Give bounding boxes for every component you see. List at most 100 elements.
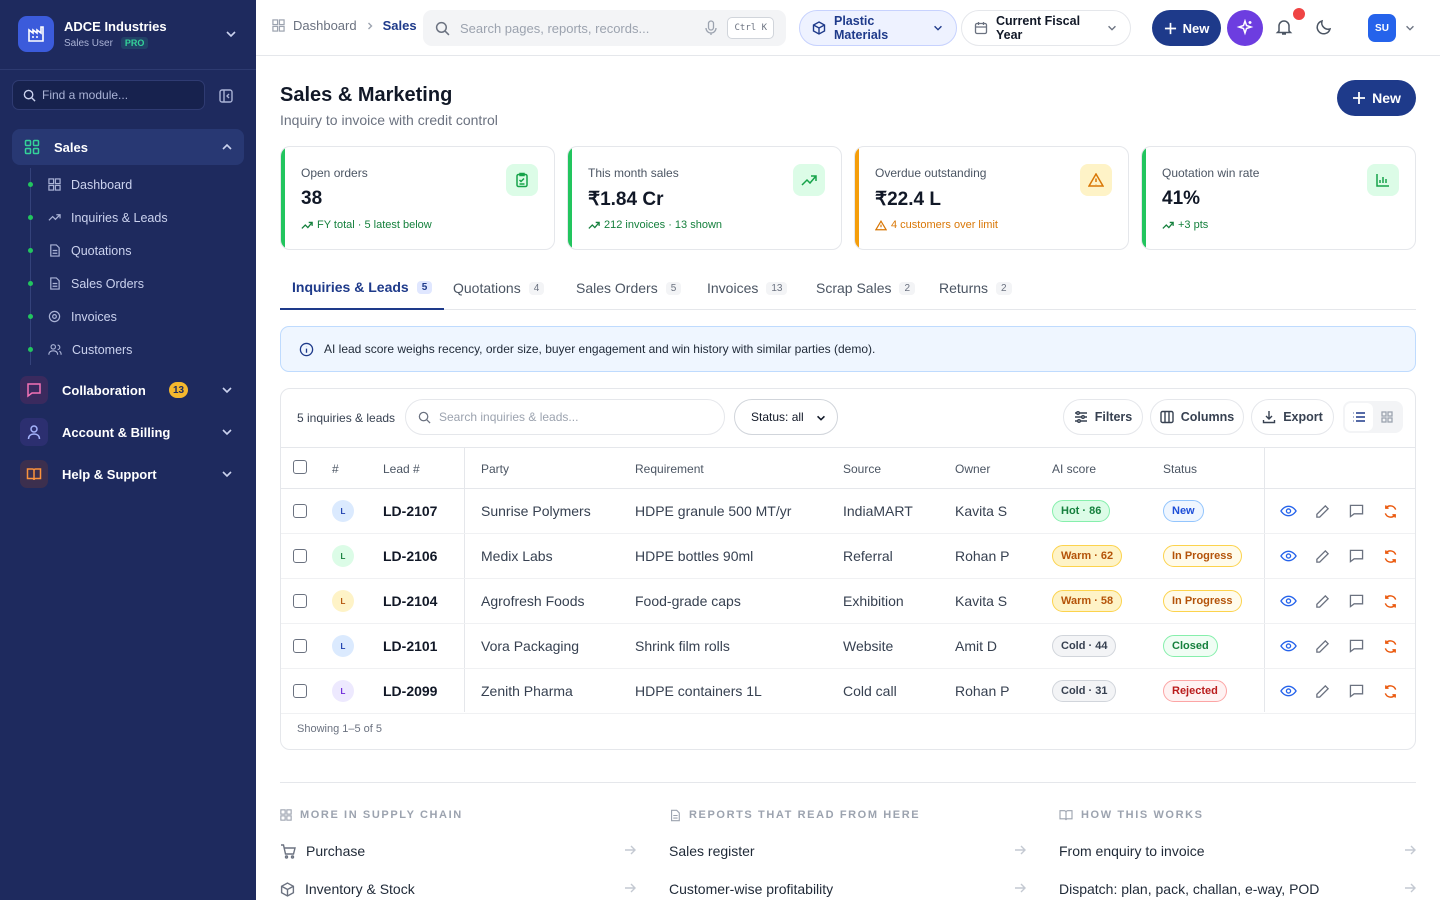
breadcrumb-dashboard[interactable]: Dashboard bbox=[293, 18, 357, 33]
kpi-win-rate[interactable]: Quotation win rate 41% +3 pts bbox=[1141, 146, 1416, 250]
pagination-summary: Showing 1–5 of 5 bbox=[297, 723, 383, 735]
microphone-icon[interactable] bbox=[704, 20, 718, 36]
status-dot bbox=[28, 182, 33, 187]
comment-icon[interactable] bbox=[1347, 502, 1365, 520]
sidebar-item-invoices[interactable]: Invoices bbox=[22, 300, 244, 333]
global-search-input[interactable]: Search pages, reports, records... Ctrl K bbox=[423, 10, 786, 46]
export-button[interactable]: Export bbox=[1251, 399, 1334, 435]
table-row[interactable]: L LD-2106 Medix Labs HDPE bottles 90ml Refer… bbox=[281, 534, 1415, 579]
nav-group-sales[interactable]: Sales bbox=[12, 129, 244, 165]
table-row[interactable]: L LD-2104 Agrofresh Foods Food-grade caps Ex… bbox=[281, 579, 1415, 624]
chevron-right-icon bbox=[365, 21, 375, 31]
clipboard-icon bbox=[506, 164, 538, 196]
tab-quotations[interactable]: Quotations 4 bbox=[453, 266, 545, 310]
kpi-overdue[interactable]: Overdue outstanding ₹22.4 L 4 customers … bbox=[854, 146, 1129, 250]
comment-icon[interactable] bbox=[1347, 592, 1365, 610]
eye-icon[interactable] bbox=[1279, 682, 1297, 700]
cell-lead[interactable]: LD-2106 bbox=[383, 548, 437, 564]
table-search-input[interactable]: Search inquiries & leads... bbox=[405, 399, 725, 435]
tab-returns[interactable]: Returns 2 bbox=[939, 266, 1012, 310]
period-selector[interactable]: Current Fiscal Year bbox=[961, 10, 1131, 46]
tab-sales-orders[interactable]: Sales Orders 5 bbox=[576, 266, 682, 310]
link-enquiry-to-invoice[interactable]: From enquiry to invoice bbox=[1059, 832, 1416, 870]
link-dispatch[interactable]: Dispatch: plan, pack, challan, e-way, PO… bbox=[1059, 870, 1416, 900]
section-heading: HOW THIS WORKS bbox=[1059, 808, 1416, 822]
comment-icon[interactable] bbox=[1347, 682, 1365, 700]
col-owner[interactable]: Owner bbox=[955, 462, 990, 476]
link-sales-register[interactable]: Sales register bbox=[669, 832, 1026, 870]
pencil-icon[interactable] bbox=[1313, 502, 1331, 520]
link-inventory[interactable]: Inventory & Stock bbox=[280, 870, 636, 900]
filters-button[interactable]: Filters bbox=[1063, 399, 1143, 435]
pencil-icon[interactable] bbox=[1313, 547, 1331, 565]
sidebar-collapse-icon[interactable] bbox=[216, 86, 236, 106]
convert-icon[interactable] bbox=[1381, 547, 1399, 565]
sidebar-item-inquiries[interactable]: Inquiries & Leads bbox=[22, 201, 244, 234]
columns-button[interactable]: Columns bbox=[1150, 399, 1244, 435]
sidebar-item-customers[interactable]: Customers bbox=[22, 333, 244, 366]
brand-switcher[interactable]: ADCE Industries Sales User PRO bbox=[18, 16, 238, 52]
col-ai-score[interactable]: AI score bbox=[1052, 462, 1096, 476]
convert-icon[interactable] bbox=[1381, 502, 1399, 520]
row-checkbox[interactable] bbox=[293, 684, 307, 698]
nav-group-help-support[interactable]: Help & Support bbox=[12, 456, 244, 492]
cell-lead[interactable]: LD-2107 bbox=[383, 503, 437, 519]
division-selector[interactable]: Plastic Materials bbox=[799, 10, 957, 46]
kpi-month-sales[interactable]: This month sales ₹1.84 Cr 212 invoices ·… bbox=[567, 146, 842, 250]
tab-inquiries-leads[interactable]: Inquiries & Leads 5 bbox=[280, 266, 445, 310]
sidebar-item-quotations[interactable]: Quotations bbox=[22, 234, 244, 267]
col-source[interactable]: Source bbox=[843, 462, 881, 476]
eye-icon[interactable] bbox=[1279, 592, 1297, 610]
row-checkbox[interactable] bbox=[293, 549, 307, 563]
pencil-icon[interactable] bbox=[1313, 637, 1331, 655]
table-row[interactable]: L LD-2101 Vora Packaging Shrink film rolls W… bbox=[281, 624, 1415, 669]
cell-lead[interactable]: LD-2104 bbox=[383, 593, 437, 609]
new-button[interactable]: New bbox=[1337, 80, 1416, 116]
row-checkbox[interactable] bbox=[293, 504, 307, 518]
tab-invoices[interactable]: Invoices 13 bbox=[707, 266, 788, 310]
nav-group-account-billing[interactable]: Account & Billing bbox=[12, 414, 244, 450]
col-requirement[interactable]: Requirement bbox=[635, 462, 704, 476]
cell-source: Exhibition bbox=[843, 593, 904, 609]
row-checkbox[interactable] bbox=[293, 639, 307, 653]
module-search-input[interactable]: Find a module... bbox=[12, 80, 205, 110]
cell-lead[interactable]: LD-2099 bbox=[383, 683, 437, 699]
select-all-checkbox[interactable] bbox=[293, 460, 307, 474]
tab-scrap-sales[interactable]: Scrap Sales 2 bbox=[816, 266, 916, 310]
comment-icon[interactable] bbox=[1347, 637, 1365, 655]
kpi-label: This month sales bbox=[588, 166, 679, 180]
nav-group-collaboration[interactable]: Collaboration 13 bbox=[12, 372, 244, 408]
convert-icon[interactable] bbox=[1381, 637, 1399, 655]
view-toggle bbox=[1343, 401, 1403, 433]
link-customer-profitability[interactable]: Customer-wise profitability bbox=[669, 870, 1026, 900]
col-party[interactable]: Party bbox=[481, 462, 509, 476]
grid-view-icon[interactable] bbox=[1373, 403, 1401, 431]
heading-text: HOW THIS WORKS bbox=[1081, 809, 1204, 821]
user-avatar[interactable]: SU bbox=[1368, 14, 1396, 42]
chevron-down-icon[interactable] bbox=[1404, 22, 1416, 34]
table-row[interactable]: L LD-2099 Zenith Pharma HDPE containers 1L C… bbox=[281, 669, 1415, 714]
kpi-open-orders[interactable]: Open orders 38 FY total · 5 latest below bbox=[280, 146, 555, 250]
convert-icon[interactable] bbox=[1381, 592, 1399, 610]
eye-icon[interactable] bbox=[1279, 502, 1297, 520]
eye-icon[interactable] bbox=[1279, 637, 1297, 655]
bell-icon[interactable] bbox=[1275, 18, 1293, 36]
eye-icon[interactable] bbox=[1279, 547, 1297, 565]
sidebar-item-sales-orders[interactable]: Sales Orders bbox=[22, 267, 244, 300]
comment-icon[interactable] bbox=[1347, 547, 1365, 565]
col-status[interactable]: Status bbox=[1163, 462, 1197, 476]
convert-icon[interactable] bbox=[1381, 682, 1399, 700]
cell-lead[interactable]: LD-2101 bbox=[383, 638, 437, 654]
ai-assistant-button[interactable] bbox=[1227, 10, 1263, 46]
status-filter-select[interactable]: Status: all bbox=[734, 399, 838, 435]
pencil-icon[interactable] bbox=[1313, 592, 1331, 610]
pencil-icon[interactable] bbox=[1313, 682, 1331, 700]
sidebar-item-dashboard[interactable]: Dashboard bbox=[22, 168, 244, 201]
list-view-icon[interactable] bbox=[1345, 403, 1373, 431]
moon-icon[interactable] bbox=[1315, 18, 1333, 36]
col-lead[interactable]: Lead # bbox=[383, 462, 420, 476]
table-row[interactable]: L LD-2107 Sunrise Polymers HDPE granule 500… bbox=[281, 489, 1415, 534]
new-button-top[interactable]: New bbox=[1152, 10, 1221, 46]
link-purchase[interactable]: Purchase bbox=[280, 832, 636, 870]
row-checkbox[interactable] bbox=[293, 594, 307, 608]
